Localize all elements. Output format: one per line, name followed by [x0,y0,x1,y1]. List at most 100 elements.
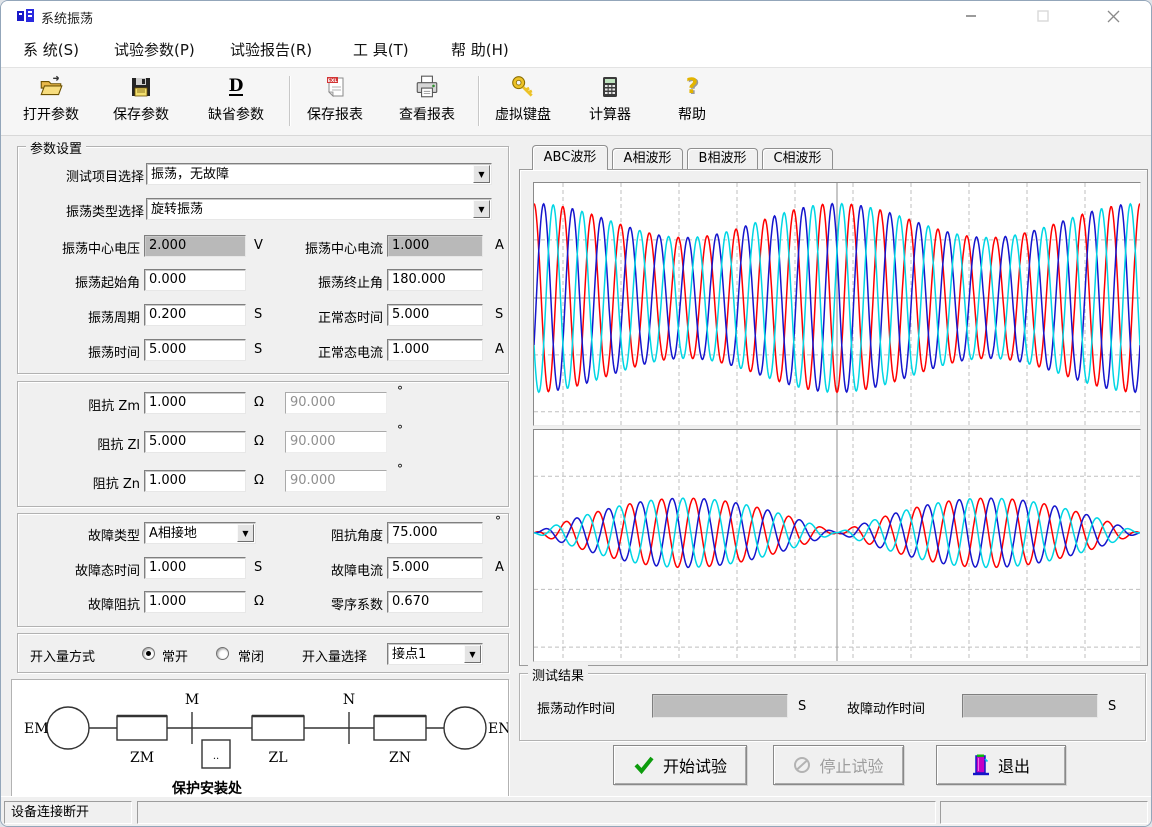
fault-impedance-field[interactable]: 1.000 [144,591,246,613]
chevron-down-icon[interactable]: ▼ [237,524,254,542]
normal-current-label: 正常态电流 [267,342,383,361]
results-row: 振荡动作时间 S 故障动作时间 S [520,694,1145,718]
diagram-relay-label: 保护安装处 [171,780,243,797]
toolbar-separator [478,76,479,126]
unit-s: S [1108,699,1116,714]
impedance-angle-field[interactable]: 75.000 [387,522,483,544]
toolbar-label: 计算器 [589,104,631,124]
test-item-row: 测试项目选择 振荡，无故障 ▼ [18,163,508,185]
menu-system[interactable]: 系 统(S) [23,39,79,60]
osc-start-angle-field[interactable]: 0.000 [144,269,246,291]
status-right-panel [940,801,1148,824]
help-button[interactable]: ? ? 帮助 [653,72,731,130]
menu-test-params[interactable]: 试验参数(P) [114,39,195,60]
default-params-button[interactable]: D 缺省参数 [191,72,281,130]
fault-action-time-label: 故障动作时间 [847,698,925,717]
unit-s: S [254,560,262,575]
calculator-button[interactable]: 计算器 [571,72,649,130]
osc-type-row: 振荡类型选择 旋转振荡 ▼ [18,198,508,220]
close-button[interactable] [1096,1,1130,31]
unit-degree: ° [397,384,403,398]
binary-input-row: 开入量方式 常开 常闭 开入量选择 接点1 ▼ [18,643,508,665]
stop-icon [793,756,811,774]
save-report-button[interactable]: EXL 保存报表 [293,72,377,130]
chevron-down-icon[interactable]: ▼ [464,645,481,663]
fault-current-field[interactable]: 5.000 [387,557,483,579]
system-diagram-svg: EM ZM M .. ZL N ZN EN 保护安装处 [12,680,508,812]
zero-seq-coeff-field[interactable]: 0.670 [387,591,483,613]
unit-a: A [495,342,504,357]
normal-time-field[interactable]: 5.000 [387,304,483,326]
impedance-zl-field[interactable]: 5.000 [144,431,246,453]
unit-s: S [495,307,503,322]
di-select[interactable]: 接点1 ▼ [387,643,483,665]
menu-tools[interactable]: 工 具(T) [353,39,409,60]
current-waveform-chart [533,429,1141,662]
radio-normally-open[interactable] [142,647,155,660]
toolbar-separator [289,76,290,126]
open-params-button[interactable]: 打开参数 [9,72,93,130]
svg-text:D: D [229,76,244,96]
system-diagram: EM ZM M .. ZL N ZN EN 保护安装处 [11,679,509,813]
osc-time-field[interactable]: 5.000 [144,339,246,361]
impedance-zn-field[interactable]: 1.000 [144,470,246,492]
minimize-button[interactable] [954,1,988,31]
tab-b-phase-waveform[interactable]: B相波形 [687,148,758,169]
diagram-zl-label: ZL [268,750,287,766]
osc-type-select[interactable]: 旋转振荡 ▼ [146,198,492,220]
virtual-keyboard-button[interactable]: 虚拟键盘 [481,72,565,130]
save-params-button[interactable]: 保存参数 [99,72,183,130]
tab-c-phase-waveform[interactable]: C相波形 [762,148,833,169]
normal-current-field[interactable]: 1.000 [387,339,483,361]
zero-seq-coeff-label: 零序系数 [267,594,383,613]
tab-abc-waveform[interactable]: ABC波形 [532,145,608,170]
minimize-icon [965,10,977,22]
exit-button[interactable]: 退出 [936,745,1066,785]
fault-time-field[interactable]: 1.000 [144,557,246,579]
exit-label: 退出 [998,753,1030,777]
app-window: 系统振荡 系 统(S) 试验参数(P) 试验报告(R) 工 具(T) 帮 助(H… [0,0,1152,827]
tab-a-phase-waveform[interactable]: A相波形 [612,148,683,169]
osc-type-label: 振荡类型选择 [26,201,144,220]
diagram-zn-label: ZN [389,750,411,766]
start-test-button[interactable]: 开始试验 [613,745,747,785]
fault-type-select[interactable]: A相接地 ▼ [144,522,256,544]
osc-period-field[interactable]: 0.200 [144,304,246,326]
menu-test-report[interactable]: 试验报告(R) [230,39,312,60]
osc-action-time-label: 振荡动作时间 [537,698,615,717]
normal-time-label: 正常态时间 [267,307,383,326]
osc-end-angle-field[interactable]: 180.000 [387,269,483,291]
view-report-button[interactable]: 查看报表 [385,72,469,130]
toolbar-label: 帮助 [678,104,706,124]
impedance-zm-field[interactable]: 1.000 [144,392,246,414]
chevron-down-icon[interactable]: ▼ [473,200,490,218]
selected-value: 旋转振荡 [151,200,203,219]
menu-help[interactable]: 帮 助(H) [451,39,509,60]
impedance-group: 阻抗 Zm 1.000 Ω 90.000 ° 阻抗 Zl 5.000 Ω 90.… [17,381,509,507]
app-icon [17,8,35,28]
test-item-select[interactable]: 振荡，无故障 ▼ [146,163,492,185]
unit-degree: ° [397,423,403,437]
impedance-zn-label: 阻抗 Zn [26,473,140,492]
osc-period-label: 振荡周期 [26,307,140,326]
menu-bar: 系 统(S) 试验参数(P) 试验报告(R) 工 具(T) 帮 助(H) [1,31,1151,68]
binary-input-group: 开入量方式 常开 常闭 开入量选择 接点1 ▼ [17,633,509,673]
toolbar-label: 查看报表 [399,104,455,124]
toolbar-label: 缺省参数 [208,104,264,124]
status-message-panel [137,801,936,824]
radio-normally-closed[interactable] [216,647,229,660]
diagram-relay-dots: .. [213,751,219,762]
chevron-down-icon[interactable]: ▼ [473,165,490,183]
calculator-icon [598,72,622,102]
impedance-angle-label: 阻抗角度 [267,525,383,544]
stop-test-button[interactable]: 停止试验 [773,745,904,785]
radio-normally-closed-label: 常闭 [238,646,264,665]
unit-ohm: Ω [254,434,264,449]
di-mode-label: 开入量方式 [30,646,95,665]
maximize-button[interactable] [1026,1,1060,31]
toolbar: 打开参数 保存参数 D 缺省参数 [1,68,1151,136]
osc-center-row: 振荡中心电压 2.000 V 振荡中心电流 1.000 A [18,235,508,257]
impedance-zm-symbol [117,716,167,740]
fault-group: 故障类型 A相接地 ▼ 阻抗角度 75.000 ° 故障态时间 1.000 S … [17,513,509,627]
impedance-zl-label: 阻抗 Zl [26,434,140,453]
